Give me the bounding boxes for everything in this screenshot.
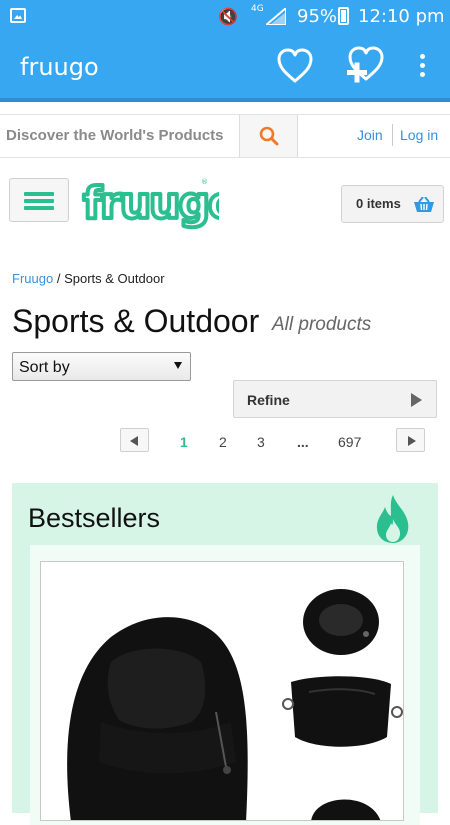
arrow-right-icon [408,436,416,446]
basket-icon [414,197,434,212]
mute-icon: 🔇 [218,7,238,26]
page-link-last[interactable]: 697 [338,434,361,450]
breadcrumb-home-link[interactable]: Fruugo [12,271,53,286]
clock: 12:10 pm [358,6,445,27]
login-link[interactable]: Log in [400,127,438,143]
battery-icon [338,7,349,25]
join-link[interactable]: Join [357,127,383,143]
breadcrumb: Fruugo / Sports & Outdoor [12,271,165,286]
flame-icon [376,495,409,543]
page-subtitle: All products [272,314,372,335]
page-ellipsis: ... [297,434,309,450]
page-title: Sports & Outdoor [12,303,260,339]
breadcrumb-separator: / [56,271,61,286]
fruugo-logo[interactable]: fruugo ® [79,170,219,238]
heart-add-icon [347,46,384,83]
page-link-3[interactable]: 3 [257,434,265,450]
overflow-menu-button[interactable] [412,52,432,82]
page-link-1[interactable]: 1 [180,434,188,450]
refine-button[interactable]: Refine [233,380,437,418]
add-to-wishlist-button[interactable] [344,46,386,88]
product-card[interactable] [40,561,404,821]
search-button[interactable] [240,115,298,157]
breadcrumb-current: Sports & Outdoor [64,271,165,286]
image-icon [10,8,26,23]
signal-icon [266,8,286,25]
bestsellers-heading: Bestsellers [28,503,161,533]
sort-select-value: Sort by [19,359,70,376]
app-title: fruugo [20,53,99,81]
next-page-button[interactable] [396,428,425,452]
battery-percent: 95% [297,6,338,27]
arrow-left-icon [130,436,138,446]
dropdown-arrow-icon [174,362,182,369]
sort-select[interactable]: Sort by [12,352,191,381]
play-arrow-icon [411,393,422,407]
svg-text:fruugo: fruugo [83,178,219,229]
basket-button[interactable]: 0 items [341,185,444,223]
search-icon [259,126,279,146]
app-bar: fruugo [0,32,450,102]
wishlist-button[interactable] [275,46,315,86]
bestsellers-section: Bestsellers [12,483,438,825]
hamburger-icon [24,192,54,196]
status-bar: 🔇 4G 95% 12:10 pm [0,0,450,32]
svg-text:®: ® [201,178,208,186]
refine-label: Refine [247,392,290,408]
network-type: 4G [251,4,264,14]
heart-icon [277,48,313,83]
divider [392,124,393,146]
product-image [41,562,403,820]
page-link-2[interactable]: 2 [219,434,227,450]
category-menu-button[interactable] [9,178,69,222]
previous-page-button[interactable] [120,428,149,452]
search-input[interactable]: Discover the World's Products [0,115,240,157]
search-bar: Discover the World's Products Join Log i… [0,114,450,158]
basket-count: 0 items [356,196,401,211]
